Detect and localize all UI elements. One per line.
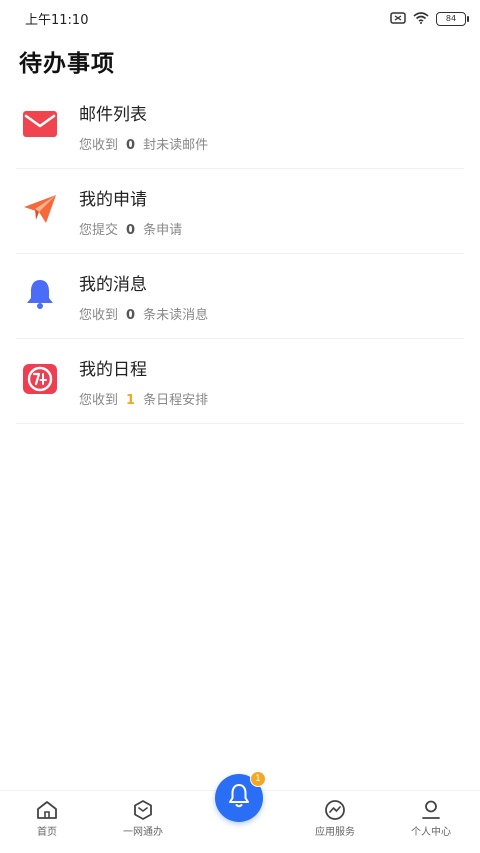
tab-profile[interactable]: 个人中心 [391,799,471,838]
todo-subtitle: 您收到 0 封未读邮件 [79,134,208,153]
tab-notifications[interactable]: 1 [215,771,266,822]
todo-item-schedule[interactable]: 我的日程 您收到 1 条日程安排 [16,339,464,424]
todo-subtitle: 您收到 0 条未读消息 [79,304,208,323]
tab-app-services[interactable]: 应用服务 [295,799,375,838]
todo-item-application[interactable]: 我的申请 您提交 0 条申请 [16,169,464,254]
tab-home[interactable]: 首页 [7,799,87,838]
person-icon [391,799,471,821]
todo-prefix: 您提交 [79,223,119,238]
todo-subtitle: 您收到 1 条日程安排 [79,389,208,408]
todo-count: 0 [126,138,136,153]
wifi-icon [413,9,429,28]
status-bar: 上午11:10 84 [0,0,480,34]
todo-subtitle: 您提交 0 条申请 [79,219,182,238]
todo-title: 我的申请 [79,190,147,210]
sim-icon [390,9,406,28]
todo-suffix: 封未读邮件 [143,138,209,153]
todo-title: 邮件列表 [79,105,147,125]
tab-label: 一网通办 [123,827,163,838]
page-title: 待办事项 [19,51,115,77]
todo-prefix: 您收到 [79,393,119,408]
todo-title: 我的消息 [79,275,147,295]
hexagon-icon [103,799,183,821]
todo-item-messages[interactable]: 我的消息 您收到 0 条未读消息 [16,254,464,339]
todo-count: 0 [126,308,136,323]
todo-prefix: 您收到 [79,308,119,323]
paper-plane-icon [22,191,58,227]
notification-badge: 1 [250,771,266,787]
battery-icon: 84 [436,11,469,26]
todo-suffix: 条日程安排 [143,393,209,408]
todo-suffix: 条申请 [143,223,183,238]
todo-title: 我的日程 [79,360,147,380]
tab-label: 个人中心 [411,827,451,838]
tab-one-stop-service[interactable]: 一网通办 [103,799,183,838]
todo-list: 邮件列表 您收到 0 封未读邮件 我的申请 您提交 0 条申请 我的消息 您收到 0 条未读… [0,84,480,424]
todo-count: 0 [126,223,136,238]
status-time: 上午11:10 [25,13,89,28]
bell-icon [227,783,251,813]
tab-label: 应用服务 [315,827,355,838]
bell-icon [22,276,58,312]
chart-icon [295,799,375,821]
todo-prefix: 您收到 [79,138,119,153]
status-icons: 84 [390,9,469,28]
todo-suffix: 条未读消息 [143,308,209,323]
calendar-icon [22,361,58,397]
tab-label: 首页 [37,827,57,838]
tab-bar: 首页 一网通办 1 应用服务 个人中心 [0,771,480,853]
todo-count: 1 [126,393,136,408]
mail-icon [22,106,58,142]
home-icon [7,799,87,821]
todo-item-mail[interactable]: 邮件列表 您收到 0 封未读邮件 [16,84,464,169]
